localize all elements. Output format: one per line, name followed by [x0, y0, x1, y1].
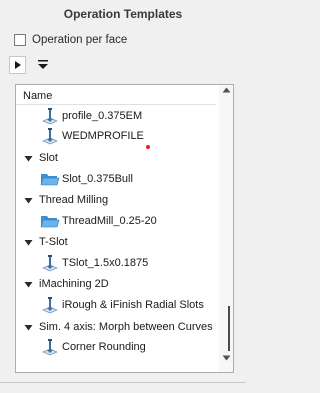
tree-row-label: Sim. 4 axis: Morph between Curves: [39, 321, 213, 333]
tree-item-row[interactable]: iRough & iFinish Radial Slots: [40, 295, 204, 315]
tree-row-label: Slot_0.375Bull: [62, 173, 133, 185]
header-divider: [16, 104, 216, 105]
collapse-arrow-icon[interactable]: [24, 280, 33, 289]
expand-button[interactable]: [9, 56, 26, 74]
dropdown-icon: [38, 60, 48, 69]
options-dropdown-button[interactable]: [35, 59, 51, 71]
collapse-arrow-icon[interactable]: [24, 196, 33, 205]
tree-row-label: TSlot_1.5x0.1875: [62, 257, 149, 269]
panel-bottom-divider: [0, 382, 246, 383]
tool-operation-icon: [40, 295, 60, 315]
collapse-arrow-icon[interactable]: [24, 323, 33, 332]
scroll-up-icon[interactable]: [222, 87, 231, 93]
tree-row-label: profile_0.375EM: [62, 110, 143, 122]
panel-title: Operation Templates: [63, 7, 183, 21]
tree-item-row[interactable]: profile_0.375EM: [40, 106, 142, 126]
tree-row-label: Thread Milling: [39, 194, 109, 206]
operation-per-face-label: Operation per face: [32, 34, 128, 46]
tool-operation-icon: [40, 337, 60, 357]
tree-item-row[interactable]: Slot_0.375Bull: [40, 169, 133, 189]
tool-operation-icon: [40, 253, 60, 273]
tree-group-row[interactable]: T-Slot: [24, 232, 68, 252]
collapse-arrow-icon[interactable]: [24, 238, 33, 247]
tree-group-row[interactable]: Sim. 4 axis: Morph between Curves: [24, 317, 213, 337]
scroll-down-icon[interactable]: [222, 355, 231, 361]
modified-marker: [146, 145, 150, 149]
tree-group-row[interactable]: Slot: [24, 148, 58, 168]
collapse-arrow-icon[interactable]: [24, 154, 33, 163]
tool-operation-icon: [40, 126, 60, 146]
play-icon: [14, 61, 21, 69]
tool-operation-icon: [40, 106, 60, 126]
scrollbar-thumb[interactable]: [228, 306, 230, 351]
operation-per-face-option[interactable]: Operation per face: [14, 34, 127, 46]
tree-row-label: ThreadMill_0.25-20: [62, 215, 157, 227]
tree-row-label: T-Slot: [39, 236, 68, 248]
tree-row-label: Corner Rounding: [62, 341, 146, 353]
tree-row-label: iRough & iFinish Radial Slots: [62, 299, 204, 311]
tree-item-row[interactable]: Corner Rounding: [40, 337, 146, 357]
tree-group-row[interactable]: Thread Milling: [24, 190, 108, 210]
operation-per-face-checkbox[interactable]: [14, 34, 26, 46]
vertical-scrollbar[interactable]: [219, 85, 233, 372]
column-header-name[interactable]: Name: [23, 90, 52, 102]
folder-icon: [40, 169, 60, 189]
folder-icon: [40, 211, 60, 231]
template-tree[interactable]: Name profile_0.375EM WEDMPROFILE Slot Slo…: [15, 84, 234, 373]
tree-row-label: WEDMPROFILE: [62, 130, 144, 142]
tree-row-label: iMachining 2D: [39, 278, 109, 290]
tree-group-row[interactable]: iMachining 2D: [24, 274, 109, 294]
tree-item-row[interactable]: WEDMPROFILE: [40, 126, 144, 146]
tree-item-row[interactable]: ThreadMill_0.25-20: [40, 211, 157, 231]
tree-row-label: Slot: [39, 152, 58, 164]
tree-item-row[interactable]: TSlot_1.5x0.1875: [40, 253, 148, 273]
